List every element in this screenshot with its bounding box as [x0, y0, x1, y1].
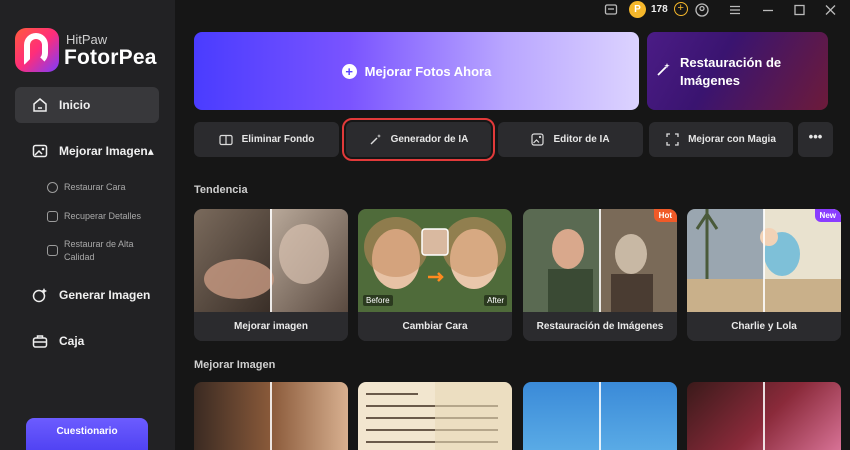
- magic-enhance-button[interactable]: Mejorar con Magia: [649, 122, 793, 157]
- add-credits-icon[interactable]: +: [673, 2, 688, 16]
- enhance-card-flower[interactable]: [687, 382, 841, 450]
- sidebar-item-label: Inicio: [59, 98, 91, 112]
- remove-background-button[interactable]: Eliminar Fondo: [194, 122, 339, 157]
- enhance-photos-now-button[interactable]: + Mejorar Fotos Ahora: [194, 32, 639, 110]
- toolbox-icon: [32, 335, 48, 348]
- brand-name: FotorPea: [64, 46, 157, 69]
- chevron-up-icon: ▴: [147, 144, 154, 158]
- menu-icon[interactable]: [729, 3, 741, 17]
- generate-image-icon: [32, 288, 47, 303]
- restore-label: Restauración de Imágenes: [680, 55, 782, 88]
- hot-badge: Hot: [653, 209, 677, 222]
- after-label: After: [484, 295, 507, 306]
- home-icon: [33, 98, 47, 112]
- tool-label: Editor de IA: [553, 134, 610, 145]
- section-title-trend: Tendencia: [194, 184, 248, 196]
- credits-count: 178: [651, 3, 668, 15]
- sidebar-item-label: Generar Imagen: [59, 288, 151, 302]
- magic-wand-icon: [657, 63, 670, 76]
- image-restoration-button[interactable]: Restauración de Imágenes: [647, 32, 828, 110]
- before-label: Before: [363, 295, 393, 306]
- quiz-label: Cuestionario: [56, 426, 118, 437]
- enhance-card-group[interactable]: [523, 382, 677, 450]
- coin-icon: P: [629, 0, 646, 18]
- brand-company: HitPaw: [66, 32, 108, 47]
- card-caption: Cambiar Cara: [358, 312, 512, 341]
- section-title-enhance: Mejorar Imagen: [194, 359, 276, 371]
- image-detail-icon: [47, 211, 58, 222]
- card-charlie-lola[interactable]: New Charlie y Lola: [687, 209, 841, 341]
- sidebar-item-label: Caja: [59, 334, 85, 348]
- sidebar-item-label: Mejorar Imagen▴: [59, 144, 154, 158]
- ai-editor-button[interactable]: Editor de IA: [498, 122, 643, 157]
- sidebar-item-mejorar-imagen[interactable]: Mejorar Imagen▴: [15, 133, 159, 169]
- credits-display[interactable]: P 178 +: [627, 0, 692, 18]
- sidebar-item-caja[interactable]: Caja: [15, 323, 159, 359]
- card-caption: Restauración de Imágenes: [523, 312, 677, 341]
- enhance-image-icon: [32, 144, 48, 158]
- eraser-icon: [219, 134, 233, 145]
- ai-generator-button[interactable]: Generador de IA: [342, 118, 495, 161]
- card-restauracion-imagenes[interactable]: Hot Restauración de Imágenes: [523, 209, 677, 341]
- minimize-icon[interactable]: [762, 3, 774, 17]
- document-preview-image: [366, 382, 512, 450]
- ai-wand-icon: [370, 134, 381, 145]
- new-badge: New: [814, 209, 841, 222]
- maximize-icon[interactable]: [794, 3, 805, 17]
- tool-label: Eliminar Fondo: [241, 134, 315, 145]
- quiz-banner[interactable]: Cuestionario: [26, 418, 148, 450]
- sidebar: HitPaw FotorPea Inicio Mejorar Imagen▴ R…: [0, 0, 175, 450]
- tool-label: Mejorar con Magia: [688, 134, 776, 145]
- hero-label: Mejorar Fotos Ahora: [364, 63, 492, 79]
- more-tools-button[interactable]: •••: [798, 122, 833, 157]
- face-icon: [47, 182, 58, 193]
- user-icon[interactable]: [695, 3, 709, 17]
- image-edit-icon: [531, 133, 545, 146]
- card-caption: Mejorar imagen: [194, 312, 348, 341]
- app-logo: [15, 28, 59, 72]
- expand-icon: [666, 133, 679, 146]
- card-caption: Charlie y Lola: [687, 312, 841, 341]
- sidebar-item-inicio[interactable]: Inicio: [15, 87, 159, 123]
- feedback-icon[interactable]: [604, 3, 618, 17]
- close-icon[interactable]: [825, 3, 836, 17]
- card-cambiar-cara[interactable]: Before After Cambiar Cara: [358, 209, 512, 341]
- card-mejorar-imagen[interactable]: Mejorar imagen: [194, 209, 348, 341]
- plus-circle-icon: +: [341, 63, 357, 79]
- hq-restore-icon: [47, 245, 58, 256]
- enhance-card-document[interactable]: [358, 382, 512, 450]
- tool-label: Generador de IA: [390, 134, 469, 145]
- enhance-card-portrait[interactable]: [194, 382, 348, 450]
- sidebar-item-generar-imagen[interactable]: Generar Imagen: [15, 277, 159, 313]
